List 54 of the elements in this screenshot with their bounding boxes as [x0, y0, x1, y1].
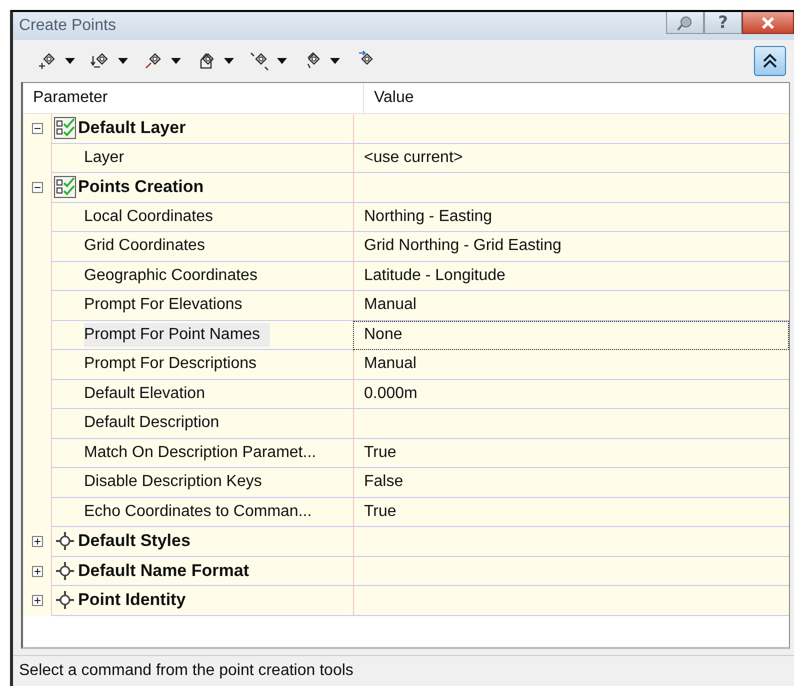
group-name: Default Styles: [78, 531, 190, 552]
column-header[interactable]: Value: [364, 83, 789, 113]
caret-icon: [330, 58, 340, 64]
property-name: Echo Coordinates to Comman...: [84, 502, 313, 522]
property-name: Prompt For Point Names: [84, 322, 270, 347]
caret-icon: [118, 58, 128, 64]
status-text: Select a command from the point creation tools: [19, 662, 354, 680]
crosshair-point-icon: [54, 530, 76, 552]
group-name: Points Creation: [78, 177, 204, 198]
property-name: Prompt For Elevations: [84, 295, 244, 316]
close-icon: [760, 16, 776, 30]
caret-icon: [277, 58, 287, 64]
property-value: Grid Northing - Grid Easting: [364, 237, 562, 256]
caret-icon: [65, 58, 75, 64]
caret-icon: [224, 58, 234, 64]
pin-button[interactable]: [666, 12, 704, 34]
crosshair-point-icon: [54, 589, 76, 612]
crosshair-point-icon: [54, 560, 76, 582]
window-title: Create Points: [19, 17, 116, 35]
property-name: Prompt For Descriptions: [84, 354, 258, 374]
expander-icon[interactable]: [32, 595, 42, 606]
group-name: Default Name Format: [78, 560, 249, 581]
expander-icon[interactable]: [32, 536, 42, 548]
property-name: Match On Description Paramet...: [84, 442, 318, 463]
property-name: Layer: [84, 148, 126, 168]
expander-icon[interactable]: [32, 123, 42, 134]
property-value: Northing - Easting: [364, 208, 492, 226]
checklist-icon: [54, 176, 76, 198]
property-name: Disable Description Keys: [84, 472, 263, 492]
group-name: Default Layer: [78, 118, 186, 138]
property-name: Grid Coordinates: [84, 236, 206, 256]
property-name: Default Description: [84, 413, 220, 434]
property-value: True: [364, 502, 396, 521]
close-button[interactable]: [742, 12, 794, 34]
expander-icon[interactable]: [32, 566, 42, 577]
property-value: Latitude - Longitude: [364, 266, 506, 285]
property-value: True: [364, 444, 396, 462]
help-button[interactable]: ?: [704, 12, 742, 34]
column-header[interactable]: Parameter: [23, 83, 364, 113]
property-value: 0.000m: [364, 384, 418, 403]
property-value: None: [364, 326, 402, 344]
expander-icon[interactable]: [32, 182, 42, 194]
property-value: Manual: [364, 355, 416, 374]
property-name: Default Elevation: [84, 384, 206, 404]
property-value: False: [364, 473, 404, 492]
group-name: Point Identity: [78, 590, 186, 610]
checklist-icon: [54, 117, 76, 140]
property-value: <use current>: [364, 148, 463, 167]
property-name: Local Coordinates: [84, 206, 214, 227]
double-chevron-up-icon: [761, 52, 779, 70]
collapse-toggle-button[interactable]: [754, 46, 786, 76]
property-name: Geographic Coordinates: [84, 266, 258, 286]
caret-icon: [171, 58, 181, 64]
property-value: Manual: [364, 296, 416, 314]
